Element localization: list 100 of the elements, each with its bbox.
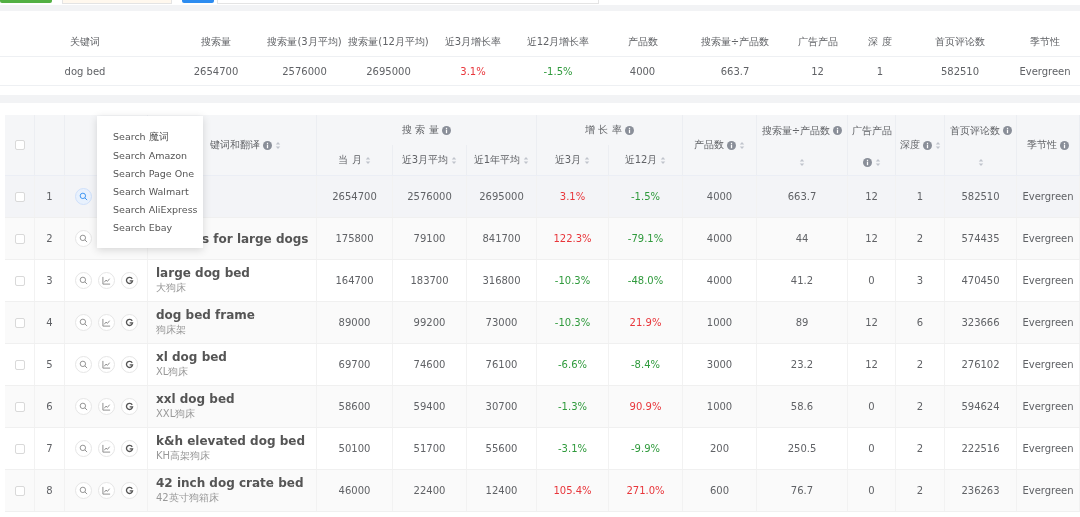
table-cell: 582510	[940, 65, 980, 77]
keyword-text[interactable]: 42 inch dog crate bed	[156, 476, 304, 490]
chart-button[interactable]	[97, 356, 115, 373]
checkbox[interactable]	[14, 140, 25, 150]
menu-item[interactable]: Search Ebay	[97, 218, 203, 236]
chart-button[interactable]	[97, 314, 115, 331]
search-button[interactable]	[74, 482, 92, 499]
table-cell: 2576000	[282, 65, 327, 77]
search-button[interactable]	[74, 272, 92, 289]
primary-button[interactable]	[0, 0, 52, 3]
table-cell: 470450	[961, 275, 1000, 286]
sort-icon[interactable]	[874, 157, 881, 167]
checkbox[interactable]	[14, 485, 25, 496]
keyword-text[interactable]: xxl dog bed	[156, 392, 235, 406]
sort-icon[interactable]	[739, 140, 745, 150]
table-cell: 2695000	[366, 65, 411, 77]
sort-icon[interactable]	[364, 155, 371, 165]
table-cell: 76.7	[790, 485, 814, 496]
growth-rate: -3.1%	[558, 443, 587, 454]
row-number: 8	[46, 485, 53, 496]
search-button[interactable]	[74, 356, 92, 373]
google-button[interactable]	[120, 482, 138, 499]
search-button[interactable]	[74, 314, 92, 331]
keyword-text[interactable]: s for large dogs	[202, 231, 309, 246]
table-cell: 0	[868, 275, 875, 286]
growth-rate: -9.9%	[631, 443, 660, 454]
growth-rate: -6.6%	[558, 359, 587, 370]
search-icon	[78, 444, 88, 453]
sort-icon[interactable]	[660, 155, 667, 165]
column-header: 近3月增长率	[444, 35, 502, 49]
row-number: 5	[46, 359, 53, 370]
growth-rate: -1.5%	[543, 65, 573, 77]
row-number: 7	[46, 443, 53, 454]
letter-g-icon	[124, 402, 134, 411]
letter-g-icon	[124, 486, 134, 495]
table-cell: 12	[865, 359, 878, 370]
sort-icon[interactable]	[977, 157, 984, 167]
sort-icon[interactable]	[584, 155, 591, 165]
table-cell: 0	[868, 401, 875, 412]
chart-button[interactable]	[97, 272, 115, 289]
keyword-text[interactable]: xl dog bed	[156, 350, 227, 364]
sort-icon[interactable]	[799, 157, 805, 167]
search-button[interactable]	[74, 440, 92, 457]
search-button[interactable]	[74, 230, 92, 247]
table-cell: 3	[916, 275, 924, 286]
column-header: 广告产品	[851, 123, 892, 138]
table-cell: 323666	[961, 317, 1000, 328]
keyword-text[interactable]: large dog bed	[156, 266, 250, 280]
keyword-text[interactable]: dog bed frame	[156, 308, 255, 322]
google-button[interactable]	[120, 356, 138, 373]
table-cell: 1000	[706, 401, 733, 412]
table-cell: 12	[811, 65, 824, 77]
menu-item[interactable]: Search 魔词	[97, 128, 203, 146]
checkbox[interactable]	[14, 359, 25, 370]
google-button[interactable]	[120, 440, 138, 457]
table-cell: 74600	[413, 359, 446, 370]
table-cell: 222516	[961, 443, 1000, 454]
line-chart-icon	[101, 318, 111, 327]
letter-g-icon	[124, 318, 134, 327]
google-button[interactable]	[120, 272, 138, 289]
table-cell: Evergreen	[1022, 443, 1074, 454]
chart-button[interactable]	[97, 482, 115, 499]
search-icon	[78, 234, 88, 243]
checkbox[interactable]	[14, 443, 25, 454]
table-cell: 4000	[629, 65, 656, 77]
row-number: 2	[46, 233, 53, 244]
google-button[interactable]	[120, 314, 138, 331]
checkbox[interactable]	[14, 317, 25, 328]
keyword-text[interactable]: k&h elevated dog bed	[156, 434, 306, 448]
checkbox[interactable]	[14, 233, 25, 244]
search-button[interactable]	[74, 398, 92, 415]
menu-item[interactable]: Search AliExpress	[97, 200, 203, 218]
keyword-translation: XXL狗床	[156, 407, 196, 421]
menu-item[interactable]: Search Page One	[97, 164, 203, 182]
sort-icon[interactable]	[451, 155, 458, 165]
table-cell: 50100	[338, 443, 371, 454]
column-header: 键词和翻译	[210, 138, 260, 152]
table-cell: 183700	[410, 275, 449, 286]
table-cell: 316800	[482, 275, 521, 286]
chart-button[interactable]	[97, 398, 115, 415]
chart-button[interactable]	[97, 440, 115, 457]
table-cell: Evergreen	[1022, 359, 1074, 370]
search-icon	[78, 192, 88, 201]
google-button[interactable]	[120, 398, 138, 415]
menu-item[interactable]: Search Walmart	[97, 182, 203, 200]
growth-rate: 105.4%	[553, 485, 592, 496]
search-button[interactable]	[74, 188, 92, 205]
table-cell: Evergreen	[1022, 275, 1074, 286]
menu-item[interactable]: Search Amazon	[97, 146, 203, 164]
table-cell: 2	[916, 359, 924, 370]
sort-icon[interactable]	[934, 140, 941, 150]
checkbox[interactable]	[14, 191, 25, 202]
sort-icon[interactable]	[523, 155, 530, 165]
sort-icon[interactable]	[275, 140, 281, 150]
checkbox[interactable]	[14, 275, 25, 286]
action-button[interactable]	[182, 0, 214, 3]
table-cell: 175800	[335, 233, 374, 244]
growth-rate: -10.3%	[554, 317, 591, 328]
checkbox[interactable]	[14, 401, 25, 412]
table-cell: 30700	[485, 401, 518, 412]
